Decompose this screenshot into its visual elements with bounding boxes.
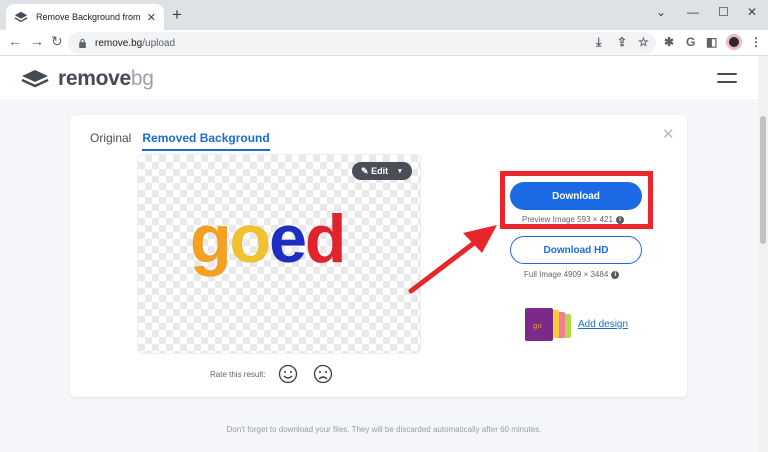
tab-title: Remove Background from Image	[36, 12, 143, 22]
goed-image-text: goed	[190, 201, 347, 277]
result-preview-image: ✎ Edit ▾ goed goed	[138, 155, 420, 353]
back-icon[interactable]: ←	[8, 33, 22, 49]
lock-icon	[79, 38, 86, 48]
rate-label: Rate this result:	[210, 369, 266, 379]
tab-original[interactable]: Original	[90, 131, 131, 151]
rating-row: Rate this result:	[210, 364, 348, 384]
scrollbar-thumb[interactable]	[760, 116, 766, 244]
share-icon[interactable]: ⇪	[617, 35, 627, 49]
removebg-logo[interactable]: removebg	[20, 67, 154, 91]
preview-image-meta: Preview Image 593 × 421 i	[522, 215, 624, 224]
frown-icon[interactable]	[313, 364, 333, 384]
download-hd-button[interactable]: Download HD	[510, 236, 642, 264]
removebg-favicon-icon	[14, 11, 28, 23]
info-icon[interactable]: i	[611, 270, 620, 279]
view-tabs: Original Removed Background	[90, 131, 281, 151]
site-header: removebg	[0, 57, 768, 101]
forward-icon[interactable]: →	[30, 33, 44, 49]
browser-toolbar: ← → ↻ remove.bg/upload ⤓ ⇪ ☆ ✱ G ◧ ⋮	[0, 30, 768, 56]
profile-avatar[interactable]	[726, 34, 742, 50]
extension-g-icon[interactable]: G	[686, 35, 695, 49]
tab-search-icon[interactable]: ⌄	[656, 5, 666, 19]
url-text: remove.bg/upload	[95, 37, 176, 49]
design-thumbnail[interactable]: go	[525, 308, 573, 341]
browser-tab[interactable]: Remove Background from Image ✕	[6, 4, 164, 30]
window-close-icon[interactable]: ✕	[747, 5, 757, 19]
result-card: ✕ Original Removed Background ✎ Edit ▾ g…	[70, 115, 687, 397]
svg-text:go: go	[533, 322, 542, 330]
logo-layers-icon	[21, 70, 49, 88]
install-icon[interactable]: ⤓	[596, 35, 601, 50]
browser-menu-icon[interactable]: ⋮	[750, 35, 762, 49]
reload-icon[interactable]: ↻	[51, 33, 63, 50]
edit-button[interactable]: ✎ Edit ▾	[352, 162, 412, 180]
star-icon[interactable]: ☆	[638, 35, 649, 49]
hamburger-icon[interactable]	[717, 73, 737, 89]
extensions-icon[interactable]: ✱	[664, 35, 674, 49]
discard-notice: Don't forget to download your files. The…	[226, 425, 542, 434]
info-icon[interactable]: i	[615, 215, 624, 224]
pencil-icon: ✎	[361, 165, 369, 176]
tab-removed-background[interactable]: Removed Background	[142, 131, 270, 151]
close-icon[interactable]: ✕	[662, 125, 675, 143]
download-button[interactable]: Download	[510, 182, 642, 210]
address-bar[interactable]: remove.bg/upload	[68, 32, 656, 54]
smile-icon[interactable]	[278, 364, 298, 384]
tab-close-icon[interactable]: ✕	[147, 11, 156, 24]
minimize-icon[interactable]: —	[687, 5, 699, 19]
add-design-link[interactable]: Add design	[578, 319, 628, 330]
new-tab-button[interactable]: +	[172, 5, 182, 25]
chevron-down-icon[interactable]: ▾	[398, 167, 402, 175]
page-body: ✕ Original Removed Background ✎ Edit ▾ g…	[0, 102, 768, 452]
browser-titlebar: Remove Background from Image ✕ + ⌄ — ☐ ✕	[0, 0, 768, 30]
full-image-meta: Full Image 4909 × 3484 i	[524, 270, 620, 279]
logo-text: removebg	[58, 67, 154, 90]
sidepanel-icon[interactable]: ◧	[706, 35, 717, 49]
maximize-icon[interactable]: ☐	[718, 5, 729, 19]
